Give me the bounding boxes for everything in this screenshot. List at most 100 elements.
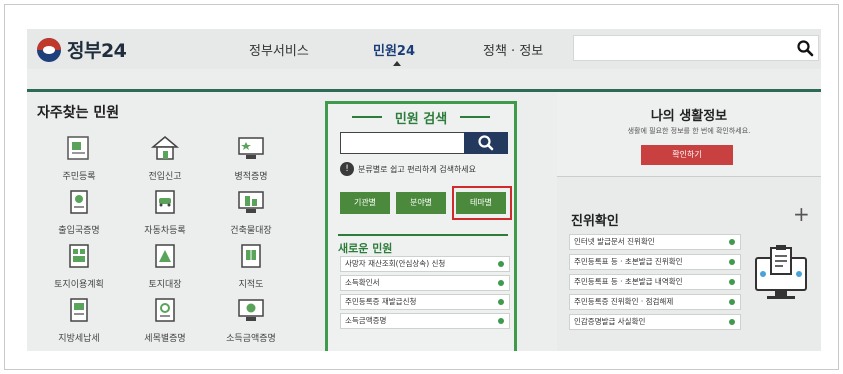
list-item[interactable]: 주민등록표 등 · 초본발급 진위확인 (569, 254, 741, 270)
cadastral-map-icon (241, 244, 261, 268)
bullet-icon (729, 299, 735, 305)
service-land-use-plan[interactable]: 토지이용계획 (37, 242, 121, 290)
list-item[interactable]: 주민등록표 등 · 초본발급 내역확인 (569, 274, 741, 290)
verify-list: 인터넷 발급문서 진위확인 주민등록표 등 · 초본발급 진위확인 주민등록표 … (569, 234, 741, 334)
list-item[interactable]: 인터넷 발급문서 진위확인 (569, 234, 741, 250)
screenshot-frame: 정부24 정부서비스 민원24 정책 · 정보 자주찾는 민원 주민등록 전입신… (4, 4, 839, 370)
page-viewport: 정부24 정부서비스 민원24 정책 · 정보 자주찾는 민원 주민등록 전입신… (27, 29, 821, 351)
verify-title: 진위확인 (571, 214, 619, 229)
civil-search-field[interactable] (340, 132, 508, 155)
list-item[interactable]: 주민등록증 진위확인 · 점검해제 (569, 294, 741, 310)
site-header: 정부24 정부서비스 민원24 정책 · 정보 (27, 29, 821, 69)
active-nav-indicator (393, 61, 401, 66)
id-card-icon (67, 136, 89, 160)
site-search-input[interactable] (578, 37, 792, 61)
bullet-icon (498, 280, 504, 286)
service-label: 건축물대장 (230, 226, 272, 236)
bullet-icon (498, 261, 504, 267)
bullet-icon (498, 318, 504, 324)
new-services-title: 새로운 민원 (338, 242, 393, 255)
service-label: 소득금액증명 (226, 334, 276, 344)
civil-search-title: 민원 검색 (394, 112, 448, 127)
service-label: 주민등록 (62, 172, 96, 182)
search-hint: ! 분류별로 쉽고 편리하게 검색하세요 (340, 162, 512, 176)
service-label: 출입국증명 (58, 226, 100, 236)
civil-search-button[interactable] (464, 132, 508, 154)
land-register-icon (155, 244, 175, 268)
service-label: 병적증명 (234, 172, 268, 182)
life-info-confirm-button[interactable]: 확인하기 (641, 145, 733, 165)
nav-minwon24[interactable]: 민원24 (373, 40, 415, 59)
military-record-icon (238, 137, 264, 159)
bullet-icon (729, 259, 735, 265)
theme-button-highlight (452, 186, 512, 220)
right-panel: 나의 생활정보 생활에 필요한 정보를 한 번에 확인하세요. 확인하기 진위확… (557, 92, 821, 351)
list-item-label: 주민등록표 등 · 초본발급 내역확인 (574, 277, 683, 286)
bullet-icon (729, 279, 735, 285)
life-info-title: 나의 생활정보 (650, 109, 728, 124)
service-label: 지방세납세 (58, 334, 100, 344)
service-military-record[interactable]: 병적증명 (209, 134, 293, 182)
hint-text: 분류별로 쉽고 편리하게 검색하세요 (358, 164, 477, 174)
tax-icon (70, 298, 88, 322)
service-income-certificate[interactable]: 소득금액증명 (209, 296, 293, 344)
service-vehicle-registration[interactable]: 자동차등록 (123, 188, 207, 236)
search-icon[interactable] (796, 39, 814, 57)
site-logo[interactable]: 정부24 (37, 36, 127, 63)
search-icon (478, 135, 494, 151)
service-label: 자동차등록 (144, 226, 186, 236)
site-search[interactable] (573, 35, 819, 61)
list-item-label: 주민등록표 등 · 초본발급 진위확인 (574, 257, 683, 266)
passport-icon (70, 190, 88, 214)
bullet-icon (729, 239, 735, 245)
list-item-label: 인감증명발급 사실확인 (574, 317, 646, 326)
plus-icon[interactable]: + (793, 202, 810, 226)
service-label: 세목별증명 (144, 334, 186, 344)
bullet-icon (729, 319, 735, 325)
service-cadastral-map[interactable]: 지적도 (209, 242, 293, 290)
house-move-icon (150, 136, 180, 160)
frequent-services-title: 자주찾는 민원 (37, 105, 120, 121)
category-by-agency-button[interactable]: 기관별 (340, 192, 390, 214)
category-by-field-button[interactable]: 분야별 (396, 192, 446, 214)
life-info-box: 나의 생활정보 생활에 필요한 정보를 한 번에 확인하세요. 확인하기 (557, 92, 821, 177)
land-use-icon (69, 244, 89, 268)
service-tax-item-certificate[interactable]: 세목별증명 (123, 296, 207, 344)
list-item-label: 주민등록증 진위확인 · 점검해제 (574, 297, 674, 306)
service-local-tax[interactable]: 지방세납세 (37, 296, 121, 344)
bullet-icon (498, 299, 504, 305)
life-info-subtitle: 생활에 필요한 정보를 한 번에 확인하세요. (627, 127, 751, 135)
service-label: 토지대장 (148, 280, 182, 290)
service-move-in-report[interactable]: 전입신고 (123, 134, 207, 182)
new-services-list: 사망자 재산조회(안심상속) 신청 소득확인서 주민등록증 재발급신청 소득금액… (340, 256, 510, 332)
service-land-register[interactable]: 토지대장 (123, 242, 207, 290)
car-document-icon (155, 190, 175, 214)
list-item[interactable]: 소득금액증명 (340, 313, 510, 329)
list-item[interactable]: 주민등록증 재발급신청 (340, 294, 510, 310)
service-label: 전입신고 (148, 172, 182, 182)
list-item-label: 사망자 재산조회(안심상속) 신청 (345, 259, 446, 268)
info-icon: ! (340, 162, 354, 176)
new-services-divider (338, 234, 508, 236)
list-item[interactable]: 인감증명발급 사실확인 (569, 314, 741, 330)
service-resident-registration[interactable]: 주민등록 (37, 134, 121, 182)
service-immigration-certificate[interactable]: 출입국증명 (37, 188, 121, 236)
service-label: 토지이용계획 (54, 280, 104, 290)
building-icon (238, 191, 264, 213)
nav-policy-info[interactable]: 정책 · 정보 (483, 40, 543, 59)
logo-text: 정부24 (67, 40, 127, 62)
civil-search-input[interactable] (344, 135, 468, 155)
income-certificate-icon (238, 299, 264, 321)
frequent-services-panel: 자주찾는 민원 주민등록 전입신고 병적증명 출입국증명 자동차등록 건축물대장… (37, 102, 309, 351)
list-item[interactable]: 사망자 재산조회(안심상속) 신청 (340, 256, 510, 272)
list-item[interactable]: 소득확인서 (340, 275, 510, 291)
list-item-label: 주민등록증 재발급신청 (345, 297, 417, 306)
list-item-label: 소득확인서 (345, 278, 380, 287)
nav-government-services[interactable]: 정부서비스 (249, 40, 309, 59)
taegeuk-logo-icon (37, 37, 61, 62)
civil-search-panel: 민원 검색 ! 분류별로 쉽고 편리하게 검색하세요 기관별 분야별 테마별 새… (325, 101, 517, 351)
tax-certificate-icon (155, 298, 175, 322)
service-building-register[interactable]: 건축물대장 (209, 188, 293, 236)
monitor-document-icon (755, 245, 807, 299)
service-label: 지적도 (238, 280, 264, 290)
